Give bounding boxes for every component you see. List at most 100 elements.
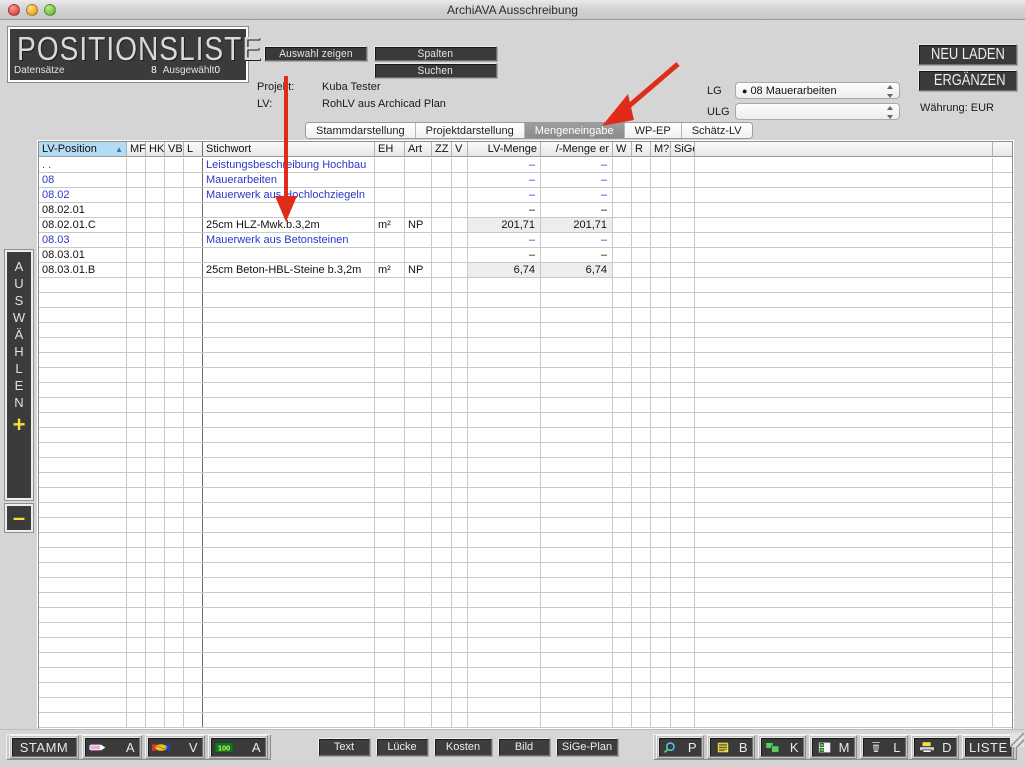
table-cell-lvm[interactable] — [468, 398, 541, 412]
table-row[interactable] — [39, 503, 1012, 518]
table-cell-lvm[interactable]: – — [468, 233, 541, 247]
table-cell-zz[interactable] — [432, 488, 452, 502]
table-cell-m[interactable] — [651, 353, 671, 367]
deselect-button[interactable]: – — [5, 504, 33, 532]
table-row[interactable] — [39, 473, 1012, 488]
table-cell-sige[interactable] — [671, 233, 695, 247]
table-cell-v[interactable] — [452, 698, 468, 712]
table-cell-m[interactable] — [651, 518, 671, 532]
table-cell-vb[interactable] — [165, 698, 184, 712]
table-cell-w[interactable] — [613, 233, 632, 247]
table-cell-r[interactable] — [632, 593, 651, 607]
table-cell-r[interactable] — [632, 233, 651, 247]
table-cell-hk[interactable] — [146, 713, 165, 727]
table-cell-rest[interactable] — [695, 203, 993, 217]
table-cell-vb[interactable] — [165, 653, 184, 667]
table-cell-art[interactable] — [405, 503, 432, 517]
table-cell-l[interactable] — [184, 668, 203, 682]
table-cell-l[interactable] — [184, 263, 203, 277]
table-cell-lvm[interactable] — [468, 563, 541, 577]
table-cell-eh[interactable] — [375, 548, 405, 562]
table-cell-r[interactable] — [632, 518, 651, 532]
table-cell-stich[interactable] — [203, 428, 375, 442]
table-cell-eh[interactable] — [375, 188, 405, 202]
table-row[interactable] — [39, 668, 1012, 683]
table-cell-l[interactable] — [184, 413, 203, 427]
table-cell-pos[interactable]: 08.03.01 — [39, 248, 127, 262]
table-cell-r[interactable] — [632, 638, 651, 652]
table-cell-v[interactable] — [452, 248, 468, 262]
table-cell-pos[interactable] — [39, 608, 127, 622]
table-cell-stich[interactable]: Mauerwerk aus Hochlochziegeln — [203, 188, 375, 202]
table-cell-rest[interactable] — [695, 533, 993, 547]
tool-button-d[interactable]: D — [913, 737, 957, 757]
table-cell-art[interactable] — [405, 698, 432, 712]
column-header-lvm[interactable]: LV-Menge — [468, 142, 541, 156]
table-row[interactable] — [39, 713, 1012, 728]
table-cell-m[interactable] — [651, 248, 671, 262]
table-cell-m[interactable] — [651, 713, 671, 727]
select-button[interactable]: + — [13, 414, 26, 436]
table-cell-r[interactable] — [632, 248, 651, 262]
table-cell-vb[interactable] — [165, 338, 184, 352]
reload-button[interactable]: NEU LADEN — [918, 44, 1017, 65]
table-cell-eh[interactable] — [375, 248, 405, 262]
table-cell-art[interactable] — [405, 623, 432, 637]
table-cell-stich[interactable] — [203, 563, 375, 577]
table-cell-mf[interactable] — [127, 623, 146, 637]
table-cell-stich[interactable] — [203, 488, 375, 502]
table-cell-mer[interactable] — [541, 338, 613, 352]
table-cell-l[interactable] — [184, 278, 203, 292]
table-cell-zz[interactable] — [432, 533, 452, 547]
table-cell-pos[interactable] — [39, 473, 127, 487]
table-cell-eh[interactable] — [375, 353, 405, 367]
table-cell-m[interactable] — [651, 293, 671, 307]
tool-button-b[interactable]: B — [709, 737, 753, 757]
table-cell-vb[interactable] — [165, 368, 184, 382]
table-cell-art[interactable] — [405, 248, 432, 262]
table-cell-v[interactable] — [452, 338, 468, 352]
table-cell-l[interactable] — [184, 698, 203, 712]
table-cell-pos[interactable] — [39, 458, 127, 472]
table-cell-mer[interactable] — [541, 413, 613, 427]
table-cell-lvm[interactable] — [468, 443, 541, 457]
table-cell-sige[interactable] — [671, 518, 695, 532]
table-cell-vb[interactable] — [165, 578, 184, 592]
table-cell-sige[interactable] — [671, 323, 695, 337]
table-cell-hk[interactable] — [146, 638, 165, 652]
table-cell-art[interactable]: NP — [405, 263, 432, 277]
table-cell-mf[interactable] — [127, 413, 146, 427]
table-cell-mer[interactable] — [541, 683, 613, 697]
table-row[interactable] — [39, 383, 1012, 398]
table-row[interactable] — [39, 338, 1012, 353]
table-cell-mf[interactable] — [127, 668, 146, 682]
table-cell-rest[interactable] — [695, 518, 993, 532]
table-cell-sige[interactable] — [671, 308, 695, 322]
table-cell-pos[interactable]: 08.03 — [39, 233, 127, 247]
table-cell-zz[interactable] — [432, 593, 452, 607]
table-cell-sige[interactable] — [671, 173, 695, 187]
table-cell-stich[interactable] — [203, 503, 375, 517]
table-cell-zz[interactable] — [432, 278, 452, 292]
table-cell-mer[interactable] — [541, 533, 613, 547]
table-cell-pos[interactable] — [39, 623, 127, 637]
table-cell-hk[interactable] — [146, 233, 165, 247]
table-cell-stich[interactable]: Mauerwerk aus Betonsteinen — [203, 233, 375, 247]
table-cell-zz[interactable] — [432, 383, 452, 397]
table-cell-mf[interactable] — [127, 698, 146, 712]
table-cell-r[interactable] — [632, 293, 651, 307]
table-cell-zz[interactable] — [432, 578, 452, 592]
table-cell-eh[interactable] — [375, 308, 405, 322]
table-cell-r[interactable] — [632, 263, 651, 277]
table-row[interactable] — [39, 593, 1012, 608]
table-cell-hk[interactable] — [146, 683, 165, 697]
table-cell-l[interactable] — [184, 338, 203, 352]
table-cell-pos[interactable] — [39, 398, 127, 412]
table-cell-sige[interactable] — [671, 188, 695, 202]
table-cell-v[interactable] — [452, 533, 468, 547]
table-cell-zz[interactable] — [432, 188, 452, 202]
table-cell-hk[interactable] — [146, 608, 165, 622]
table-cell-pos[interactable] — [39, 368, 127, 382]
table-cell-mf[interactable] — [127, 593, 146, 607]
table-cell-zz[interactable] — [432, 203, 452, 217]
